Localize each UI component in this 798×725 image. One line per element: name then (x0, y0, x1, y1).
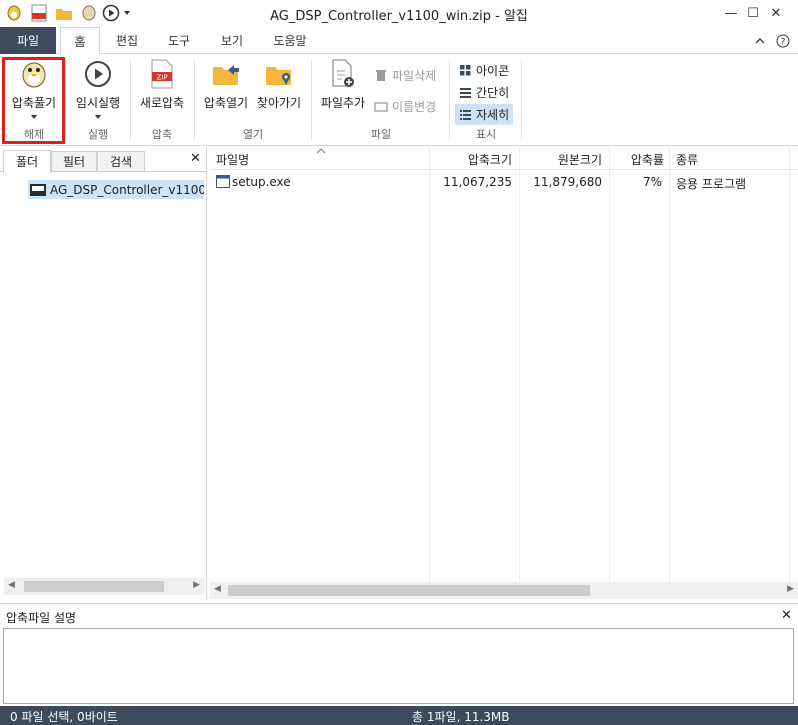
tab-tools[interactable]: 도구 (158, 27, 200, 54)
play-icon (82, 58, 114, 90)
tab-folder[interactable]: 폴더 (3, 150, 51, 173)
tab-home[interactable]: 홈 (60, 27, 100, 55)
close-panel-button[interactable]: ✕ (190, 151, 201, 166)
sort-ascending-icon (316, 148, 326, 154)
file-list: 파일명 압축크기 원본크기 압축률 종류 setup.exe 11,067,23… (210, 148, 798, 600)
divider (130, 60, 131, 140)
close-button[interactable]: ✕ (754, 0, 798, 27)
column-divider (669, 148, 670, 588)
zip-file-icon: ZIP (146, 58, 178, 90)
add-file-label: 파일추가 (320, 96, 366, 110)
cell-name: setup.exe (232, 175, 291, 189)
cell-compressed: 11,067,235 (443, 175, 512, 189)
svg-text:?: ? (781, 37, 786, 47)
folder-scrollbar[interactable]: ◀ ▶ (4, 578, 204, 595)
tab-view[interactable]: 보기 (211, 27, 253, 54)
description-textarea[interactable] (3, 628, 794, 704)
view-simple-button[interactable]: 간단히 (458, 84, 509, 101)
group-label-open: 열기 (242, 128, 264, 141)
tree-item-label: AG_DSP_Controller_v1100_w (50, 182, 204, 197)
tab-search[interactable]: 검색 (97, 151, 145, 172)
rename-label: 이름변경 (392, 100, 437, 114)
new-archive-label: 새로압축 (139, 96, 185, 110)
total-status: 총 1파일, 11.3MB (412, 710, 510, 724)
view-icons-label: 아이콘 (476, 64, 510, 78)
collapse-ribbon-icon[interactable] (750, 27, 770, 54)
tree-item-archive[interactable]: AG_DSP_Controller_v1100_w (28, 180, 204, 199)
description-title: 압축파일 설명 (6, 611, 77, 625)
find-location-button[interactable]: 찾아가기 (252, 58, 306, 111)
column-divider (519, 148, 520, 588)
folder-panel: 폴더 필터 검색 ✕ AG_DSP_Controller_v1100_w ◀ ▶ (0, 148, 207, 600)
folder-open-icon (210, 58, 242, 90)
trash-icon (374, 69, 388, 83)
folder-panel-tabs: 폴더 필터 검색 ✕ (0, 148, 207, 173)
folder-location-icon (263, 58, 295, 90)
delete-file-button[interactable]: 파일삭제 (374, 67, 436, 84)
column-divider (789, 148, 790, 588)
close-description-button[interactable]: ✕ (781, 608, 792, 623)
view-icons-button[interactable]: 아이콘 (458, 62, 509, 79)
group-label-compress: 압축 (151, 128, 173, 141)
divider (65, 60, 66, 140)
find-location-label: 찾아가기 (256, 96, 302, 110)
view-detail-button[interactable]: 자세히 (455, 104, 514, 125)
group-label-view: 표시 (475, 128, 497, 141)
temp-run-label: 임시실행 (75, 96, 121, 110)
add-file-icon (327, 58, 359, 90)
cell-type: 응용 프로그램 (676, 177, 747, 191)
archive-description-panel: 압축파일 설명 ✕ (0, 603, 798, 705)
exe-file-icon (216, 175, 230, 191)
column-header-type[interactable]: 종류 (676, 151, 698, 168)
group-label-run: 실행 (87, 128, 109, 141)
divider (194, 60, 195, 140)
group-label-file: 파일 (370, 128, 392, 141)
svg-text:ZIP: ZIP (156, 74, 167, 82)
column-header-ratio[interactable]: 압축률 (610, 151, 664, 168)
selection-status: 0 파일 선택, 0바이트 (10, 710, 118, 724)
zip-icon (29, 183, 47, 197)
column-header-name[interactable]: 파일명 (216, 151, 249, 168)
temp-run-button[interactable]: 임시실행 (72, 58, 124, 120)
open-archive-button[interactable]: 압축열기 (200, 58, 252, 111)
view-simple-label: 간단히 (476, 86, 510, 100)
scrollbar-thumb[interactable] (228, 585, 590, 596)
tab-edit[interactable]: 편집 (106, 27, 148, 54)
detail-list-icon (458, 108, 472, 122)
file-list-scrollbar[interactable]: ◀ ▶ (210, 582, 798, 599)
chevron-down-icon (95, 115, 101, 119)
rename-icon (374, 100, 388, 114)
cell-original: 11,879,680 (533, 175, 602, 189)
title-bar: AG_DSP_Controller_v1100_win.zip - 알집 — ☐… (0, 0, 798, 27)
divider (311, 60, 312, 140)
grid-icon (458, 64, 472, 78)
column-divider (609, 148, 610, 588)
tab-filter[interactable]: 필터 (51, 151, 97, 172)
column-header-compressed[interactable]: 압축크기 (430, 151, 512, 168)
tab-help[interactable]: 도움말 (264, 27, 316, 54)
new-archive-button[interactable]: ZIP 새로압축 (136, 58, 188, 111)
highlight-box (2, 57, 65, 144)
column-divider (429, 148, 430, 588)
list-icon (458, 86, 472, 100)
view-detail-label: 자세히 (476, 108, 510, 122)
delete-file-label: 파일삭제 (392, 69, 437, 83)
add-file-button[interactable]: 파일추가 (316, 58, 370, 111)
ribbon: 압축풀기 해제 임시실행 실행 ZIP 새로압축 압축 압축열기 찾아가기 열기… (0, 54, 798, 146)
tab-file[interactable]: 파일 (0, 27, 56, 54)
scrollbar-thumb[interactable] (24, 581, 164, 592)
status-bar: 0 파일 선택, 0바이트 총 1파일, 11.3MB (0, 706, 798, 725)
divider (521, 60, 522, 140)
ribbon-tab-bar: 파일 홈 편집 도구 보기 도움말 ? (0, 27, 798, 55)
cell-ratio: 7% (642, 175, 662, 189)
column-header-original[interactable]: 원본크기 (520, 151, 602, 168)
divider (449, 60, 450, 140)
file-list-header: 파일명 압축크기 원본크기 압축률 종류 (210, 148, 798, 170)
open-archive-label: 압축열기 (203, 96, 249, 110)
help-icon[interactable]: ? (772, 27, 794, 54)
rename-button[interactable]: 이름변경 (374, 98, 436, 115)
alzip-window: AG_DSP_Controller_v1100_win.zip - 알집 — ☐… (0, 0, 798, 725)
window-title: AG_DSP_Controller_v1100_win.zip - 알집 (270, 9, 528, 24)
